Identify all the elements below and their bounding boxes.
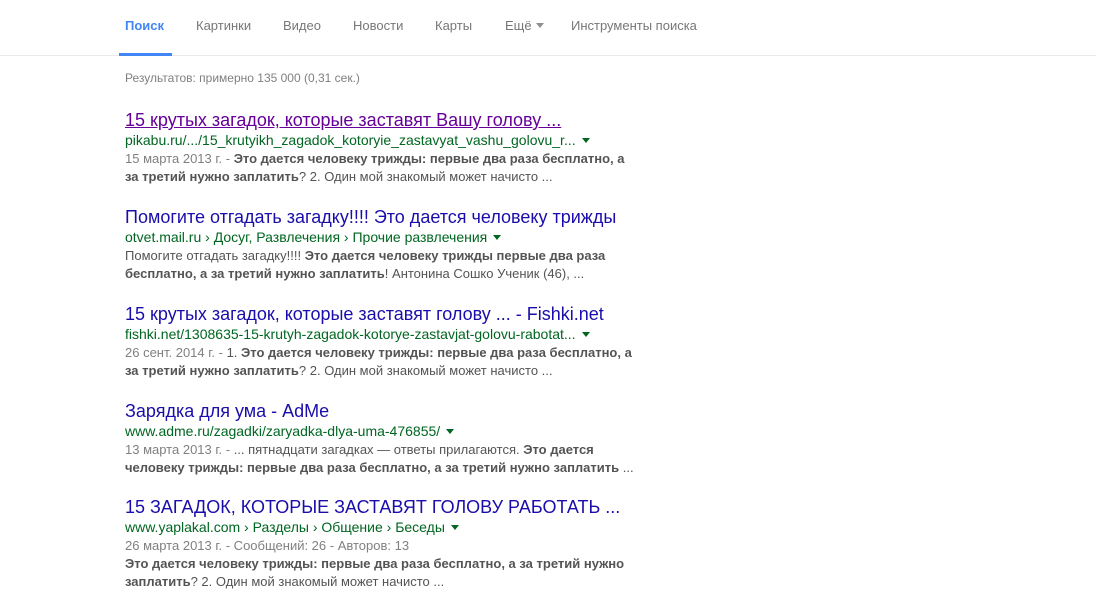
tab-search[interactable]: Поиск xyxy=(118,0,173,56)
tab-maps[interactable]: Карты xyxy=(435,0,472,55)
url-menu-arrow-icon[interactable] xyxy=(493,235,502,240)
result-stats: Результатов: примерно 135 000 (0,31 сек.… xyxy=(125,71,360,85)
tab-more-label: Ещё xyxy=(505,18,532,33)
snippet-line: 13 марта 2013 г. - ... пятнадцати загадк… xyxy=(125,441,645,459)
snippet-line: 26 сент. 2014 г. - 1. Это дается человек… xyxy=(125,344,645,362)
snippet-text: ! Антонина Сошко Ученик (46), ... xyxy=(384,266,585,281)
search-result: 15 крутых загадок, которые заставят голо… xyxy=(125,304,665,380)
tab-video[interactable]: Видео xyxy=(283,0,321,55)
search-result: 15 крутых загадок, которые заставят Вашу… xyxy=(125,110,665,186)
snippet-line: Это дается человеку трижды: первые два р… xyxy=(125,555,645,573)
result-snippet: Помогите отгадать загадку!!!! Это дается… xyxy=(125,247,645,283)
snippet-line: за третий нужно заплатить? 2. Один мой з… xyxy=(125,168,645,186)
search-tabs-bar: Поиск Картинки Видео Новости Карты Ещё И… xyxy=(0,0,1096,56)
snippet-line: человеку трижды: первые два раза бесплат… xyxy=(125,459,645,477)
result-url-text: www.yaplakal.com › Разделы › Общение › Б… xyxy=(125,519,445,535)
snippet-highlight: человеку трижды: первые два раза бесплат… xyxy=(125,460,620,475)
search-result: 15 ЗАГАДОК, КОТОРЫЕ ЗАСТАВЯТ ГОЛОВУ РАБО… xyxy=(125,497,665,591)
snippet-text: ... пятнадцати загадках — ответы прилага… xyxy=(233,442,524,457)
snippet-highlight: Это дается человеку трижды: первые два р… xyxy=(125,556,625,571)
snippet-highlight: Это дается человеку трижды: первые два р… xyxy=(241,345,632,360)
snippet-text: ... xyxy=(619,460,634,475)
url-menu-arrow-icon[interactable] xyxy=(581,138,590,143)
snippet-line: 15 марта 2013 г. - Это дается человеку т… xyxy=(125,150,645,168)
result-url: fishki.net/1308635-15-krutyh-zagadok-kot… xyxy=(125,326,665,343)
snippet-highlight: Это дается человеку трижды первые два ра… xyxy=(304,248,606,263)
snippet-line: Помогите отгадать загадку!!!! Это дается… xyxy=(125,247,645,265)
result-snippet: 26 сент. 2014 г. - 1. Это дается человек… xyxy=(125,344,645,380)
tab-search-tools[interactable]: Инструменты поиска xyxy=(571,0,697,55)
result-snippet: 15 марта 2013 г. - Это дается человеку т… xyxy=(125,150,645,186)
tab-images[interactable]: Картинки xyxy=(196,0,251,55)
snippet-highlight: за третий нужно заплатить xyxy=(125,363,299,378)
result-snippet: 26 марта 2013 г. - Сообщений: 26 - Автор… xyxy=(125,537,645,591)
url-menu-arrow-icon[interactable] xyxy=(450,525,459,530)
snippet-text: 1. xyxy=(226,345,242,360)
result-url-text: fishki.net/1308635-15-krutyh-zagadok-kot… xyxy=(125,326,576,342)
snippet-date: 15 марта 2013 г. - xyxy=(125,151,234,166)
snippet-text: ? 2. Один мой знакомый может начисто ... xyxy=(298,363,553,378)
result-url-text: pikabu.ru/.../15_krutyikh_zagadok_kotory… xyxy=(125,132,576,148)
tab-news[interactable]: Новости xyxy=(353,0,403,55)
result-title-link[interactable]: 15 крутых загадок, которые заставят Вашу… xyxy=(125,110,665,131)
search-result: Помогите отгадать загадку!!!! Это дается… xyxy=(125,207,665,283)
snippet-line: за третий нужно заплатить? 2. Один мой з… xyxy=(125,362,645,380)
snippet-line: заплатить? 2. Один мой знакомый может на… xyxy=(125,573,645,591)
snippet-highlight: за третий нужно заплатить xyxy=(125,169,299,184)
search-result: Зарядка для ума - AdMe www.adme.ru/zagad… xyxy=(125,401,665,477)
snippet-line: 26 марта 2013 г. - Сообщений: 26 - Автор… xyxy=(125,537,645,555)
result-title-link[interactable]: Помогите отгадать загадку!!!! Это дается… xyxy=(125,207,665,228)
snippet-highlight: Это дается человеку трижды: первые два р… xyxy=(233,151,625,166)
result-url: www.yaplakal.com › Разделы › Общение › Б… xyxy=(125,519,665,536)
result-title-link[interactable]: 15 ЗАГАДОК, КОТОРЫЕ ЗАСТАВЯТ ГОЛОВУ РАБО… xyxy=(125,497,665,518)
snippet-date: 13 марта 2013 г. - xyxy=(125,442,234,457)
result-title-link[interactable]: Зарядка для ума - AdMe xyxy=(125,401,665,422)
url-menu-arrow-icon[interactable] xyxy=(446,429,455,434)
url-menu-arrow-icon[interactable] xyxy=(581,332,590,337)
snippet-highlight: Это дается xyxy=(523,442,594,457)
snippet-text: ? 2. Один мой знакомый может начисто ... xyxy=(298,169,553,184)
result-url: otvet.mail.ru › Досуг, Развлечения › Про… xyxy=(125,229,665,246)
result-snippet: 13 марта 2013 г. - ... пятнадцати загадк… xyxy=(125,441,645,477)
snippet-text: Помогите отгадать загадку!!!! xyxy=(125,248,305,263)
result-title-link[interactable]: 15 крутых загадок, которые заставят голо… xyxy=(125,304,665,325)
result-url: www.adme.ru/zagadki/zaryadka-dlya-uma-47… xyxy=(125,423,665,440)
result-url-text: www.adme.ru/zagadki/zaryadka-dlya-uma-47… xyxy=(125,423,441,439)
snippet-date: 26 марта 2013 г. - Сообщений: 26 - Автор… xyxy=(125,538,410,553)
dropdown-arrow-icon xyxy=(535,23,544,28)
result-url-text: otvet.mail.ru › Досуг, Развлечения › Про… xyxy=(125,229,488,245)
result-url: pikabu.ru/.../15_krutyikh_zagadok_kotory… xyxy=(125,132,665,149)
snippet-highlight: бесплатно, а за третий нужно заплатить xyxy=(125,266,385,281)
tab-more[interactable]: Ещё xyxy=(505,0,544,55)
snippet-date: 26 сент. 2014 г. - xyxy=(125,345,227,360)
snippet-line: бесплатно, а за третий нужно заплатить! … xyxy=(125,265,645,283)
